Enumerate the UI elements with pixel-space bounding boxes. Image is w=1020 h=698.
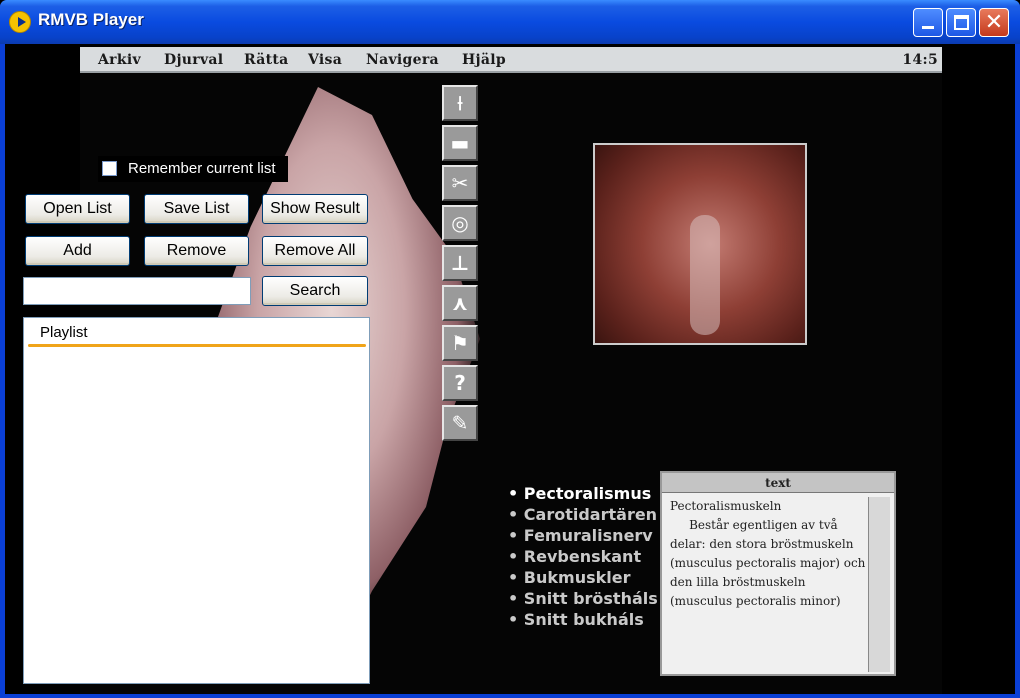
list-item: • Revbenskant [508,547,642,566]
remember-list-checkbox[interactable] [102,161,117,176]
playlist-header-underline [28,344,366,347]
blade-icon: ▬ [442,125,478,161]
app-window: RMVB Player ✕ Arkiv Djurval Rätta Visa N… [0,0,1020,698]
video-menu-item: Djurval [164,52,224,68]
clamp-icon: ⊥ [442,245,478,281]
remove-all-button[interactable]: Remove All [262,236,368,266]
video-menu-item: Arkiv [98,52,141,68]
list-item: • Femuralisnerv [508,526,653,545]
text-window: text Pectoralismuskeln Består egentligen… [660,471,896,676]
list-item: • Snitt bukháls [508,610,644,629]
lens-icon: ◎ [442,205,478,241]
flag-icon: ⚑ [442,325,478,361]
video-clock: 14:5 [902,52,938,68]
remember-list-option[interactable]: Remember current list [98,156,288,182]
note-icon: ✎ [442,405,478,441]
maximize-button[interactable] [946,8,976,37]
save-list-button[interactable]: Save List [144,194,249,224]
playlist-box[interactable]: Playlist [23,317,370,684]
remove-button[interactable]: Remove [144,236,249,266]
maximize-icon [954,15,969,30]
video-menu-item: Navigera [366,52,439,68]
help-icon: ? [442,365,478,401]
video-menu-item: Visa [308,52,343,68]
remember-list-label: Remember current list [128,160,276,177]
forceps-icon: ⋏ [442,285,478,321]
open-list-button[interactable]: Open List [25,194,130,224]
close-icon: ✕ [984,10,1004,35]
minimize-button[interactable] [913,8,943,37]
video-toolbar: ⟊ ▬ ✂ ◎ ⊥ ⋏ ⚑ ? ✎ [442,85,478,441]
playlist-header: Playlist [40,324,88,341]
play-icon [9,11,31,33]
close-button[interactable]: ✕ [979,8,1009,37]
text-window-body: Pectoralismuskeln Består egentligen av t… [670,499,866,608]
add-button[interactable]: Add [25,236,130,266]
list-item: • Bukmuskler [508,568,631,587]
list-item: • Carotidartären [508,505,658,524]
scissors-icon: ✂ [442,165,478,201]
title-bar[interactable]: RMVB Player ✕ [0,0,1020,44]
search-button[interactable]: Search [262,276,368,306]
tissue-photo [593,143,807,345]
tissue-detail [690,215,720,335]
window-title: RMVB Player [38,10,144,29]
anatomy-list: • Pectoralismus • Carotidartären • Femur… [508,484,658,631]
list-item: • Pectoralismus [508,484,652,503]
text-window-scrollbar [868,497,890,672]
show-result-button[interactable]: Show Result [262,194,368,224]
video-menu-bar: Arkiv Djurval Rätta Visa Navigera Hjälp … [80,47,942,73]
text-window-title: text [662,473,894,493]
video-menu-item: Rätta [244,52,289,68]
scalpel-icon: ⟊ [442,85,478,121]
video-menu-item: Hjälp [462,52,506,68]
list-item: • Snitt bröstháls [508,589,658,608]
search-input[interactable] [23,277,251,305]
minimize-icon [922,26,934,29]
